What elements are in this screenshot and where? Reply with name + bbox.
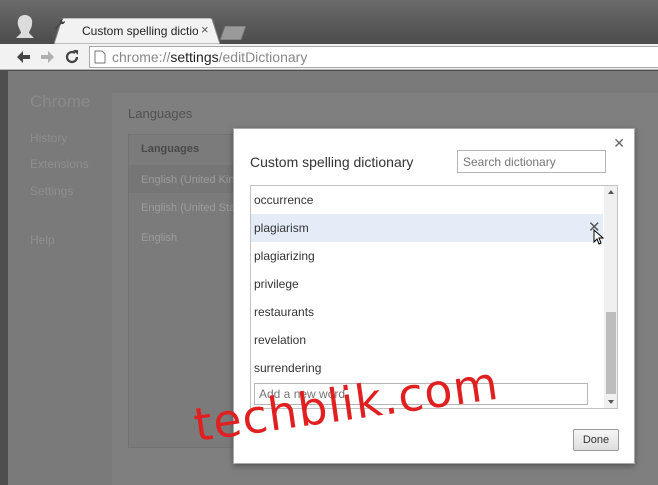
word-text: plagiarizing <box>254 249 315 263</box>
page-icon <box>94 50 106 64</box>
tab-close-icon[interactable]: × <box>201 23 209 37</box>
word-row[interactable]: revelation <box>251 326 603 354</box>
word-row[interactable]: plagiarizing <box>251 242 603 270</box>
word-row[interactable]: occurrence <box>251 186 603 214</box>
tab-custom-spelling-dictionary[interactable]: Custom spelling dictionar × <box>54 18 220 44</box>
language-item: English (United Kin <box>141 174 235 186</box>
nav-help: Help <box>30 233 55 247</box>
toolbar: chrome://settings/editDictionary <box>0 44 658 70</box>
word-row-highlighted[interactable]: plagiarism ✕ <box>251 214 605 245</box>
dialog-close-icon[interactable]: ✕ <box>613 136 625 150</box>
settings-page-title: Chrome <box>30 92 91 111</box>
nav-history: History <box>30 131 68 145</box>
word-text: revelation <box>254 333 307 347</box>
url-text: chrome://settings/editDictionary <box>112 49 308 65</box>
nav-settings: Settings <box>30 184 74 198</box>
back-arrow-icon[interactable] <box>14 48 32 66</box>
scrollbar-thumb[interactable] <box>606 312 616 394</box>
languages-heading: Languages <box>128 106 193 121</box>
forward-arrow-icon[interactable] <box>39 48 57 66</box>
word-list-scrollbar[interactable] <box>604 186 617 408</box>
word-text: occurrence <box>254 193 314 207</box>
scroll-down-arrow-icon[interactable] <box>608 400 614 404</box>
wrench-icon <box>55 18 66 29</box>
scroll-up-arrow-icon[interactable] <box>608 190 614 194</box>
nav-extensions: Extensions <box>30 157 89 171</box>
reload-icon[interactable] <box>63 48 81 66</box>
word-text: plagiarism <box>254 221 309 235</box>
word-text: surrendering <box>254 361 322 375</box>
word-row[interactable]: privilege <box>251 270 603 298</box>
profile-avatar-icon[interactable] <box>14 14 36 40</box>
word-text: privilege <box>254 277 299 291</box>
word-text: restaurants <box>254 305 315 319</box>
new-tab-button[interactable] <box>220 26 246 40</box>
languages-list-header: Languages <box>141 143 200 155</box>
dialog-title: Custom spelling dictionary <box>250 154 414 170</box>
language-item: English (United Stat <box>141 202 239 214</box>
search-dictionary-input[interactable] <box>457 150 606 173</box>
word-row[interactable]: restaurants <box>251 298 603 326</box>
address-bar[interactable]: chrome://settings/editDictionary <box>89 46 658 68</box>
done-button[interactable]: Done <box>573 429 619 451</box>
language-item: English <box>141 232 178 244</box>
tab-title: Custom spelling dictionar <box>82 24 198 38</box>
